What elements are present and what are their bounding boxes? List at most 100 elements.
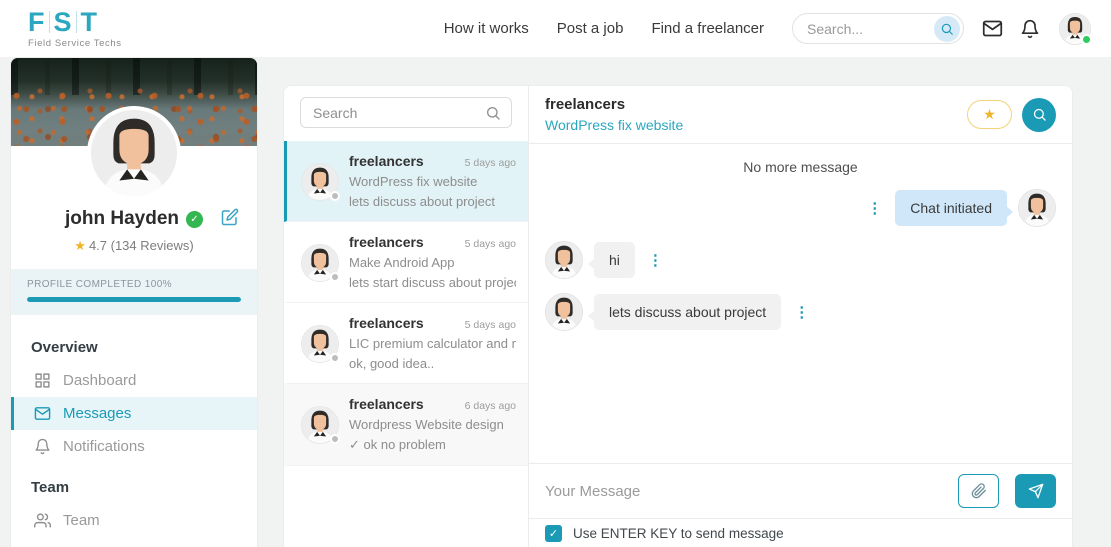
no-more-message-text: No more message (743, 159, 858, 175)
conversation-name: freelancers (349, 396, 424, 412)
conversation-time: 5 days ago (464, 238, 516, 250)
progress-bar-fill (27, 297, 241, 302)
user-avatar[interactable] (1059, 12, 1092, 45)
kebab-menu-icon[interactable]: ⋮ (646, 251, 665, 270)
enter-key-label: Use ENTER KEY to send message (573, 525, 784, 541)
avatar (301, 163, 340, 201)
attach-button[interactable] (958, 474, 999, 508)
conversation-time: 6 days ago (464, 400, 516, 412)
kebab-menu-icon[interactable]: ⋮ (792, 303, 811, 322)
avatar (301, 244, 340, 282)
enter-key-checkbox[interactable]: ✓ (545, 524, 562, 542)
sidebar-item-dashboard[interactable]: Dashboard (11, 364, 257, 397)
logo-letters: F S T (28, 6, 122, 37)
app-screen: F S T Field Service Techs How it works P… (0, 0, 1111, 547)
favorite-button[interactable]: ★ (967, 100, 1012, 129)
conversation-preview: lets start discuss about project.. (349, 275, 516, 290)
search-icon (940, 22, 954, 36)
chat-title: freelancers (545, 96, 626, 113)
progress-bar (27, 297, 241, 302)
mail-icon[interactable] (982, 18, 1003, 39)
conversation-item[interactable]: freelancers 5 days ago Make Android App … (284, 222, 528, 303)
logo-divider (48, 11, 50, 34)
chat-search-button[interactable] (1022, 97, 1056, 132)
logo-letter-t: T (80, 6, 98, 37)
status-dot (330, 272, 340, 282)
conversation-subject: LIC premium calculator and ma... (349, 336, 516, 351)
profile-completion: PROFILE COMPLETED 100% (11, 269, 257, 315)
conversation-item[interactable]: freelancers 5 days ago LIC premium calcu… (284, 303, 528, 384)
navbar-search (792, 13, 964, 44)
verified-badge-icon: ✓ (186, 210, 203, 228)
conversation-preview: ok, good idea.. (349, 356, 435, 371)
chat-message-incoming: lets discuss about project ⋮ (545, 293, 1056, 331)
online-status-dot (1081, 33, 1092, 45)
messages-card: freelancers 5 days ago WordPress fix web… (283, 85, 1073, 547)
status-dot (330, 191, 340, 201)
conversation-item[interactable]: freelancers 6 days ago Wordpress Website… (284, 384, 528, 466)
search-icon (485, 105, 501, 121)
nav-links: How it works Post a job Find a freelance… (444, 20, 764, 37)
avatar (545, 241, 583, 279)
avatar (545, 293, 583, 331)
conversation-name: freelancers (349, 234, 424, 250)
sidebar-nav: Overview Dashboard Messages Notification… (11, 315, 257, 537)
navbar-search-input[interactable] (807, 20, 934, 37)
conversation-preview: ✓ ok no problem (349, 437, 446, 452)
conversation-subject: Wordpress Website design (349, 417, 504, 432)
send-button[interactable] (1015, 474, 1056, 508)
avatar (301, 406, 340, 444)
conversation-search (300, 97, 512, 128)
conversation-time: 5 days ago (464, 319, 516, 331)
nav-link-find-a-freelancer[interactable]: Find a freelancer (651, 20, 764, 37)
paperclip-icon (971, 483, 987, 499)
sidebar-item-notifications[interactable]: Notifications (11, 430, 257, 463)
status-dot (330, 353, 340, 363)
sidebar-item-label: Notifications (63, 438, 145, 455)
avatar (1018, 189, 1056, 227)
logo-letter-f: F (28, 6, 45, 37)
conversation-list: freelancers 5 days ago WordPress fix web… (284, 86, 529, 547)
conversation-name: freelancers (349, 153, 424, 169)
nav-link-how-it-works[interactable]: How it works (444, 20, 529, 37)
message-bubble: hi (588, 242, 635, 278)
nav-link-post-a-job[interactable]: Post a job (557, 20, 624, 37)
navbar-search-button[interactable] (934, 15, 960, 42)
enter-key-row: ✓ Use ENTER KEY to send message (529, 518, 1072, 547)
sidebar-item-team[interactable]: Team (11, 504, 257, 537)
conversation-search-input[interactable] (313, 104, 485, 121)
chat-header: freelancers WordPress fix website ★ (529, 86, 1072, 144)
chat-body: No more message ⋮ Chat initiated hi ⋮ le… (529, 144, 1072, 463)
conversation-subject: Make Android App (349, 255, 455, 270)
conversation-item[interactable]: freelancers 5 days ago WordPress fix web… (284, 141, 528, 222)
chat-panel: freelancers WordPress fix website ★ No m… (529, 86, 1072, 547)
chat-project-link[interactable]: WordPress fix website (545, 117, 683, 133)
sidebar-item-label: Team (63, 512, 100, 529)
dashboard-icon (34, 372, 51, 389)
conversation-name: freelancers (349, 315, 424, 331)
conversation-preview: lets discuss about project (349, 194, 495, 209)
conversation-subject: WordPress fix website (349, 174, 478, 189)
bell-icon (34, 438, 51, 455)
rating-text: 4.7 (134 Reviews) (88, 238, 194, 253)
kebab-menu-icon[interactable]: ⋮ (865, 199, 884, 218)
fst-logo[interactable]: F S T Field Service Techs (28, 6, 122, 49)
bell-icon[interactable] (1020, 19, 1040, 39)
top-navbar: F S T Field Service Techs How it works P… (0, 0, 1111, 57)
logo-letter-s: S (53, 6, 72, 37)
sidebar-item-label: Messages (63, 405, 132, 422)
profile-avatar[interactable] (87, 106, 181, 200)
logo-tagline: Field Service Techs (28, 37, 122, 49)
star-icon: ★ (983, 106, 996, 122)
profile-completion-label: PROFILE COMPLETED 100% (27, 279, 172, 290)
conversation-time: 5 days ago (464, 157, 516, 169)
status-dot (330, 434, 340, 444)
search-icon (1032, 107, 1047, 122)
sidebar-item-label: Dashboard (63, 372, 137, 389)
message-input[interactable] (545, 482, 942, 500)
edit-profile-icon[interactable] (221, 208, 239, 231)
sidebar-heading-overview: Overview (31, 339, 98, 356)
logo-divider (75, 11, 77, 34)
sidebar-item-messages[interactable]: Messages (11, 397, 257, 430)
message-bubble: lets discuss about project (587, 294, 782, 330)
